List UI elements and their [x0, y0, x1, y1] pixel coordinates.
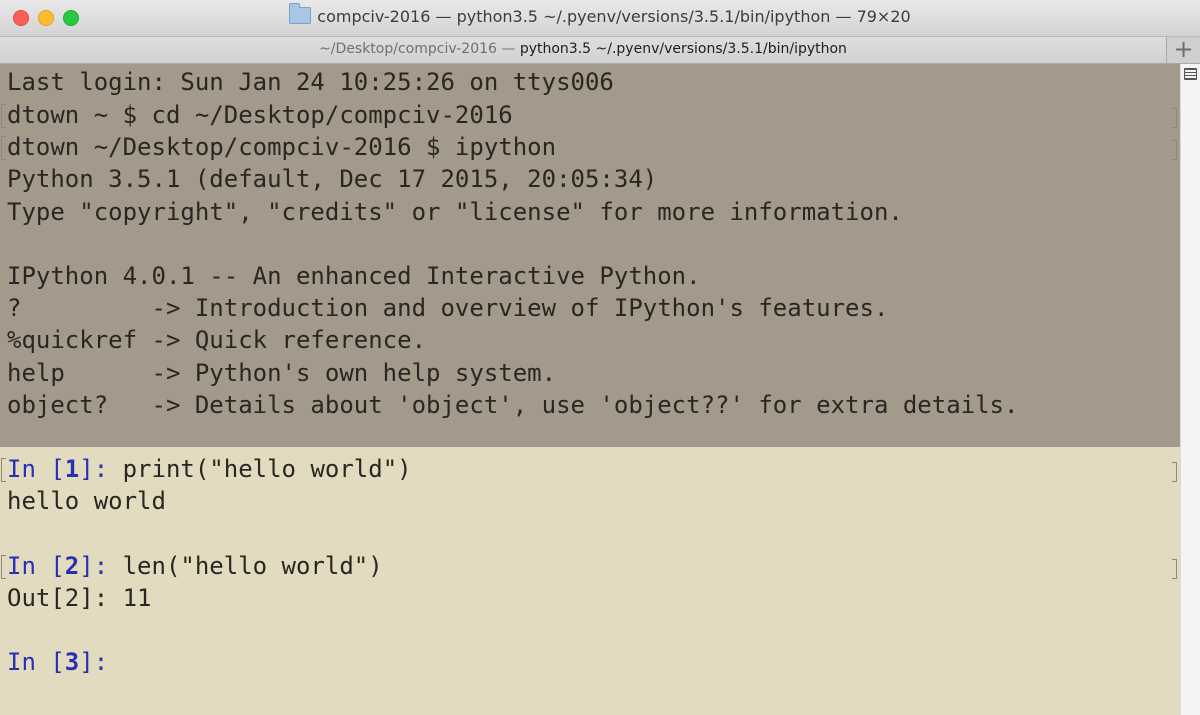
command-mark-left [1, 555, 6, 579]
terminal-line: object? -> Details about 'object', use '… [7, 391, 1019, 419]
terminal-line: Python 3.5.1 (default, Dec 17 2015, 20:0… [7, 165, 658, 193]
scrollbar[interactable] [1180, 64, 1200, 715]
command-mark-left [1, 136, 6, 160]
command-mark-right [1172, 108, 1177, 128]
command-mark-right [1172, 462, 1177, 482]
terminal-line: dtown ~ $ cd ~/Desktop/compciv-2016 [7, 101, 513, 129]
ipython-input-line: In [1]: print("hello world") [7, 454, 412, 484]
input-prompt-label: In [ [7, 552, 65, 580]
command-mark-left [1, 104, 6, 128]
input-code: len("hello world") [122, 552, 383, 580]
terminal-line: dtown ~/Desktop/compciv-2016 $ ipython [7, 133, 557, 161]
command-mark-left [1, 458, 6, 482]
marks-menu-icon[interactable] [1184, 68, 1197, 80]
terminal-line: ? -> Introduction and overview of IPytho… [7, 294, 889, 322]
tab-command-label: python3.5 ~/.pyenv/versions/3.5.1/bin/ip… [519, 41, 847, 57]
tab-bar: ~/Desktop/compciv-2016 — python3.5 ~/.py… [0, 37, 1200, 64]
window-title-text: compciv-2016 — python3.5 ~/.pyenv/versio… [317, 7, 911, 26]
input-prompt-number: 1 [64, 455, 80, 483]
command-mark-right [1172, 559, 1177, 579]
new-tab-button[interactable]: + [1167, 37, 1200, 63]
ipython-output-line: hello world [7, 487, 166, 515]
tab-ipython[interactable]: ~/Desktop/compciv-2016 — python3.5 ~/.py… [0, 37, 1167, 63]
input-prompt-label: In [ [7, 455, 65, 483]
terminal-line: %quickref -> Quick reference. [7, 326, 427, 354]
window-title: compciv-2016 — python3.5 ~/.pyenv/versio… [0, 3, 1200, 26]
command-mark-right [1172, 140, 1177, 160]
input-prompt-label: In [ [7, 648, 65, 676]
terminal-line: help -> Python's own help system. [7, 359, 557, 387]
input-prompt-close: ]: [79, 552, 123, 580]
title-bar: compciv-2016 — python3.5 ~/.pyenv/versio… [0, 0, 1200, 37]
input-prompt-close: ]: [79, 648, 123, 676]
input-prompt-number: 2 [64, 552, 80, 580]
ipython-input-line: In [2]: len("hello world") [7, 551, 383, 581]
input-code: print("hello world") [122, 455, 412, 483]
terminal-line: Last login: Sun Jan 24 10:25:26 on ttys0… [7, 68, 614, 96]
ipython-output-line: Out[2]: 11 [7, 584, 152, 612]
terminal-output[interactable]: Last login: Sun Jan 24 10:25:26 on ttys0… [0, 64, 1180, 715]
input-prompt-number: 3 [64, 648, 80, 676]
folder-icon [289, 3, 312, 24]
plus-icon: + [1173, 35, 1194, 63]
input-prompt-close: ]: [79, 455, 123, 483]
terminal-line: Type "copyright", "credits" or "license"… [7, 198, 903, 226]
terminal-line: IPython 4.0.1 -- An enhanced Interactive… [7, 262, 701, 290]
tab-path-label: ~/Desktop/compciv-2016 — [319, 41, 520, 57]
ipython-current-prompt[interactable]: In [3]: [7, 647, 123, 677]
